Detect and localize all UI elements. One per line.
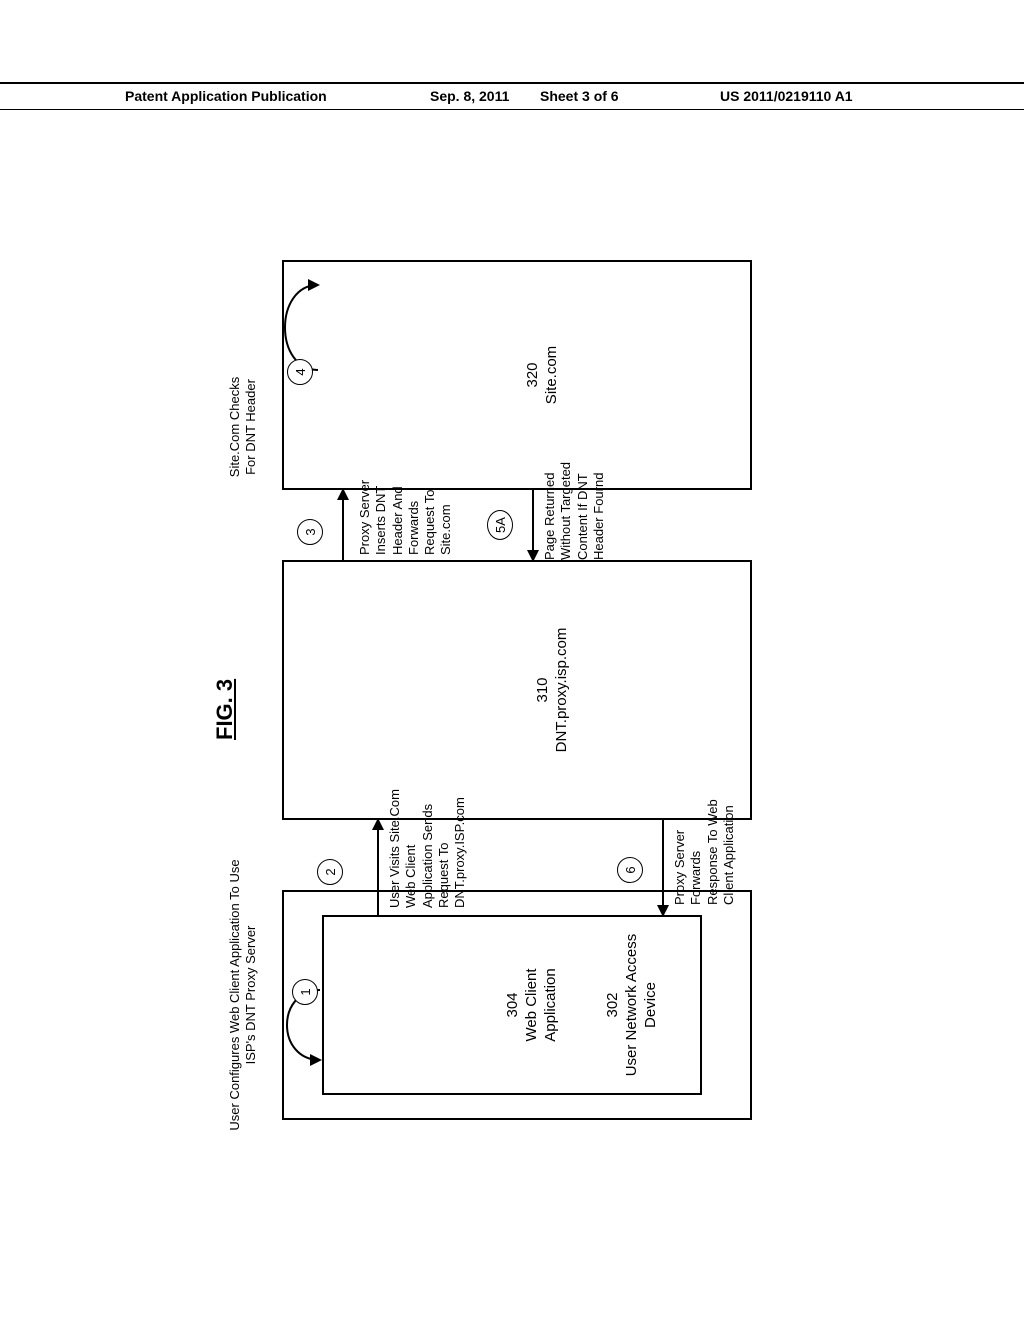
box-dnt-proxy: 310 DNT.proxy.isp.com: [282, 560, 752, 820]
box-320-number: 320: [524, 362, 541, 387]
box-304-text: Web Client Application: [523, 968, 559, 1041]
header-pub-number: US 2011/0219110 A1: [720, 88, 853, 104]
caption-step-4: Site.Com Checks For DNT Header: [227, 372, 260, 482]
figure-label: FIG. 3: [212, 679, 238, 740]
step-circle-2: 2: [317, 859, 343, 885]
caption-step-2: User Visits Site.Com Web Client Applicat…: [387, 788, 468, 908]
caption-step-3: Proxy Server Inserts DNT Header And Forw…: [357, 460, 455, 555]
header-sheet: Sheet 3 of 6: [540, 88, 619, 104]
arrow-step-3: [342, 490, 344, 560]
page: Patent Application Publication Sep. 8, 2…: [0, 0, 1024, 1320]
figure-3-diagram: FIG. 3 302 User Network Access Device 30…: [212, 250, 812, 1120]
box-310-number: 310: [534, 677, 551, 702]
page-header: Patent Application Publication Sep. 8, 2…: [0, 82, 1024, 110]
step-circle-6: 6: [617, 857, 643, 883]
step-circle-1: 1: [292, 979, 318, 1005]
arrow-step-5a: [532, 490, 534, 560]
box-304-number: 304: [504, 992, 521, 1017]
caption-step-6: Proxy Server Forwards Response To Web Cl…: [672, 795, 737, 905]
diagram-rotation-wrapper: FIG. 3 302 User Network Access Device 30…: [512, 685, 513, 686]
arrow-step-4: [254, 260, 324, 380]
box-310-label: 310 DNT.proxy.isp.com: [534, 562, 572, 818]
header-publication-type: Patent Application Publication: [125, 88, 327, 104]
arrow-step-2: [377, 820, 379, 915]
step-circle-3: 3: [297, 519, 323, 545]
box-web-client-application: 304 Web Client Application: [322, 915, 702, 1095]
box-320-text: Site.com: [543, 346, 560, 404]
box-304-label: 304 Web Client Application: [504, 917, 560, 1093]
arrow-step-6: [662, 820, 664, 915]
box-310-text: DNT.proxy.isp.com: [553, 628, 570, 753]
step-circle-4: 4: [287, 359, 313, 385]
box-site-com: 320 Site.com: [282, 260, 752, 490]
step-circle-5a: 5A: [487, 510, 513, 540]
header-date: Sep. 8, 2011: [430, 88, 509, 104]
caption-step-5a: Page Returned Without Targeted Content I…: [542, 445, 607, 560]
caption-step-1: User Configures Web Client Application T…: [227, 850, 260, 1140]
